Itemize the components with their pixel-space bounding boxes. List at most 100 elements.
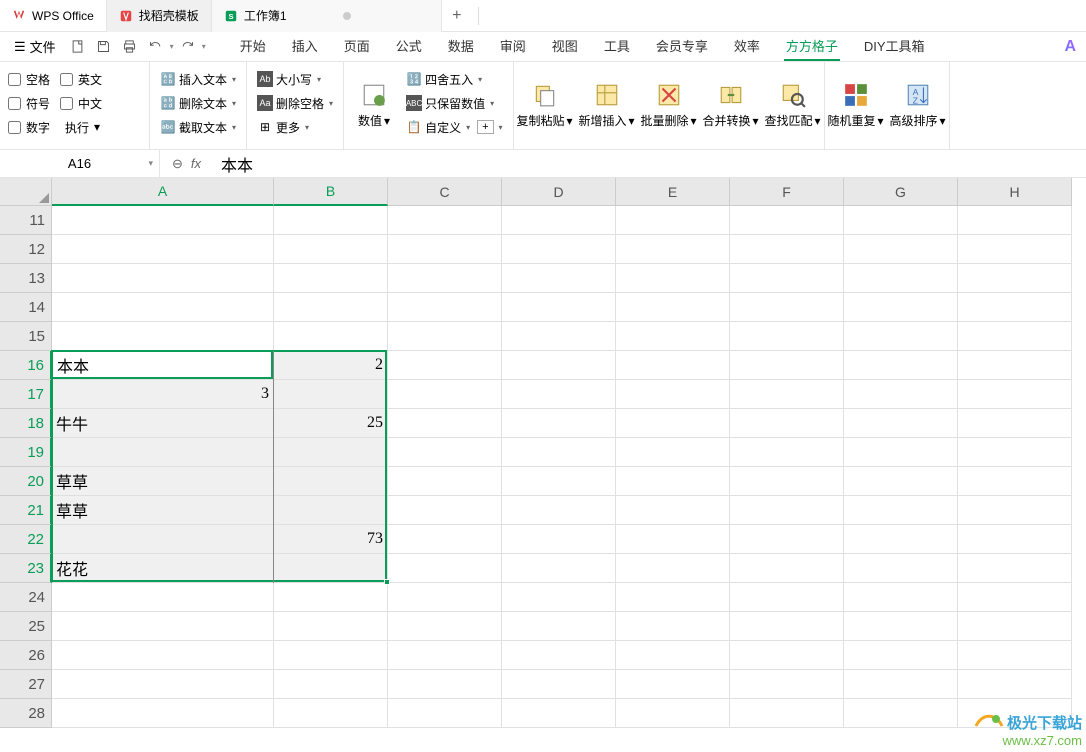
- cell[interactable]: [730, 380, 844, 409]
- row-header[interactable]: 24: [0, 583, 52, 612]
- print-button[interactable]: [118, 35, 142, 59]
- cell[interactable]: [844, 206, 958, 235]
- cell[interactable]: [616, 438, 730, 467]
- fill-handle[interactable]: [384, 579, 390, 585]
- row-header[interactable]: 17: [0, 380, 52, 409]
- cell[interactable]: [502, 554, 616, 583]
- cell[interactable]: [274, 293, 388, 322]
- cell[interactable]: [388, 525, 502, 554]
- cell[interactable]: [502, 699, 616, 728]
- cell[interactable]: [388, 554, 502, 583]
- cell[interactable]: [274, 380, 388, 409]
- menu-tab-view[interactable]: 视图: [550, 32, 580, 61]
- column-header[interactable]: E: [616, 178, 730, 206]
- cell[interactable]: [958, 351, 1072, 380]
- cell[interactable]: 25: [274, 409, 388, 438]
- cell[interactable]: 草草: [52, 496, 274, 525]
- check-number[interactable]: 数字: [8, 115, 50, 139]
- column-header[interactable]: A: [52, 178, 274, 206]
- cell[interactable]: [502, 380, 616, 409]
- cell[interactable]: [274, 264, 388, 293]
- delete-space-button[interactable]: Aa删除空格▾: [255, 91, 335, 115]
- cell[interactable]: [616, 322, 730, 351]
- cell[interactable]: [388, 438, 502, 467]
- cell[interactable]: [502, 293, 616, 322]
- column-header[interactable]: D: [502, 178, 616, 206]
- cell[interactable]: [274, 554, 388, 583]
- add-tab-button[interactable]: +: [442, 7, 472, 25]
- cell[interactable]: [502, 496, 616, 525]
- row-header[interactable]: 21: [0, 496, 52, 525]
- menu-tab-ffgz[interactable]: 方方格子: [784, 32, 840, 61]
- column-header[interactable]: F: [730, 178, 844, 206]
- cell[interactable]: [616, 351, 730, 380]
- random-repeat-button[interactable]: 随机重复▾: [825, 66, 887, 145]
- cell[interactable]: [616, 612, 730, 641]
- cell[interactable]: [616, 206, 730, 235]
- cell[interactable]: [730, 554, 844, 583]
- cell[interactable]: [388, 641, 502, 670]
- cell[interactable]: [844, 554, 958, 583]
- menu-tab-review[interactable]: 审阅: [498, 32, 528, 61]
- column-header[interactable]: G: [844, 178, 958, 206]
- cell[interactable]: [958, 583, 1072, 612]
- cell[interactable]: [958, 467, 1072, 496]
- cell[interactable]: [52, 206, 274, 235]
- case-button[interactable]: Ab大小写▾: [255, 67, 335, 91]
- custom-button[interactable]: 📋自定义▾+▾: [404, 115, 504, 139]
- row-header[interactable]: 22: [0, 525, 52, 554]
- cell[interactable]: 2: [274, 351, 388, 380]
- cell[interactable]: [730, 322, 844, 351]
- row-header[interactable]: 23: [0, 554, 52, 583]
- cell[interactable]: [730, 409, 844, 438]
- number-big-button[interactable]: 数值▾: [352, 67, 396, 144]
- cell[interactable]: [502, 235, 616, 264]
- cell[interactable]: [616, 670, 730, 699]
- cell[interactable]: [730, 583, 844, 612]
- cell[interactable]: [52, 699, 274, 728]
- cell[interactable]: [274, 699, 388, 728]
- cell[interactable]: [388, 322, 502, 351]
- cell[interactable]: 草草: [52, 467, 274, 496]
- cell[interactable]: [958, 612, 1072, 641]
- doc-tab-workbook[interactable]: S 工作簿1: [212, 0, 442, 32]
- cell[interactable]: [730, 670, 844, 699]
- cell[interactable]: [616, 583, 730, 612]
- menu-tab-diy[interactable]: DIY工具箱: [862, 32, 927, 61]
- cell[interactable]: [616, 467, 730, 496]
- add-insert-button[interactable]: 新增插入▾: [576, 66, 638, 145]
- cell[interactable]: [52, 264, 274, 293]
- cell[interactable]: [274, 322, 388, 351]
- cell[interactable]: [844, 641, 958, 670]
- cell[interactable]: [730, 438, 844, 467]
- cell[interactable]: [958, 641, 1072, 670]
- cell[interactable]: [274, 641, 388, 670]
- cell[interactable]: [616, 554, 730, 583]
- cell[interactable]: [502, 322, 616, 351]
- cell[interactable]: [844, 438, 958, 467]
- cell[interactable]: [274, 467, 388, 496]
- redo-button[interactable]: [176, 35, 200, 59]
- execute-button[interactable]: 执行▾: [60, 115, 102, 139]
- check-english[interactable]: 英文: [60, 67, 102, 91]
- cell[interactable]: [844, 409, 958, 438]
- cell[interactable]: [616, 525, 730, 554]
- cell[interactable]: [388, 351, 502, 380]
- cell[interactable]: [52, 438, 274, 467]
- cell[interactable]: [958, 438, 1072, 467]
- cell[interactable]: [730, 351, 844, 380]
- row-header[interactable]: 26: [0, 641, 52, 670]
- menu-tab-member[interactable]: 会员专享: [654, 32, 710, 61]
- cell[interactable]: [844, 322, 958, 351]
- cell[interactable]: [844, 583, 958, 612]
- cell[interactable]: [502, 264, 616, 293]
- cell[interactable]: [274, 612, 388, 641]
- cell[interactable]: [388, 409, 502, 438]
- cell[interactable]: [388, 293, 502, 322]
- keepnum-button[interactable]: ABC只保留数值▾: [404, 91, 504, 115]
- menu-tab-efficiency[interactable]: 效率: [732, 32, 762, 61]
- cell[interactable]: [52, 235, 274, 264]
- ai-icon[interactable]: A: [1064, 38, 1076, 56]
- cell[interactable]: [502, 583, 616, 612]
- cell[interactable]: [274, 496, 388, 525]
